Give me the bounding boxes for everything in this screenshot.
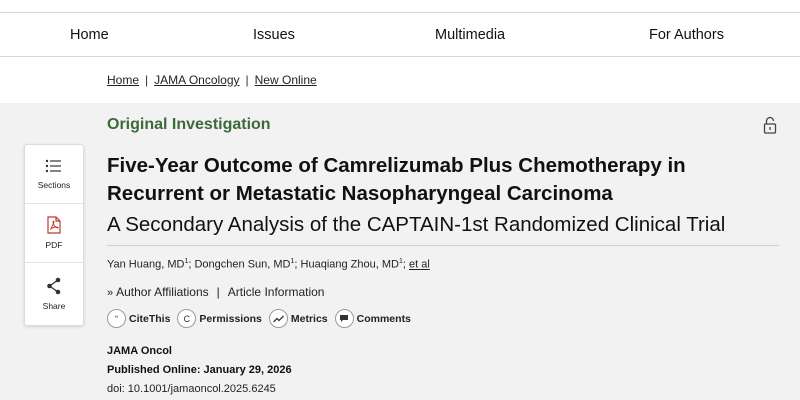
copyright-icon: C — [177, 309, 197, 328]
title-divider — [107, 245, 779, 246]
author-name[interactable]: Huaqiang Zhou, MD — [301, 259, 399, 271]
sections-label: Sections — [37, 180, 71, 190]
breadcrumb-separator: | — [145, 73, 149, 87]
comments-label: Comments — [356, 312, 411, 325]
author-affiliation-number: 1 — [398, 258, 403, 265]
pdf-button[interactable]: PDF — [25, 204, 83, 263]
author-affiliation-number: 1 — [184, 258, 189, 265]
cite-this-button[interactable]: “ CiteThis — [107, 309, 170, 328]
share-button[interactable]: Share — [25, 263, 83, 325]
comment-icon — [334, 309, 354, 328]
permissions-label: Permissions — [199, 312, 262, 325]
doi-text: doi: 10.1001/jamaoncol.2025.6245 — [107, 383, 276, 395]
author-name[interactable]: Yan Huang, MD — [107, 259, 184, 271]
share-label: Share — [42, 301, 66, 311]
author-list: Yan Huang, MD1; Dongchen Sun, MD1; Huaqi… — [107, 258, 430, 271]
article-information-link[interactable]: Article Information — [228, 285, 325, 299]
permissions-button[interactable]: C Permissions — [177, 309, 262, 328]
article-tools-sidebar: Sections PDF Share — [24, 144, 84, 326]
breadcrumb-new-online[interactable]: New Online — [255, 73, 317, 87]
breadcrumb-separator: | — [245, 73, 249, 87]
list-icon — [45, 159, 61, 173]
divider-pipe: | — [216, 285, 220, 299]
author-affiliation-number: 1 — [290, 258, 295, 265]
journal-name: JAMA Oncol — [107, 345, 172, 357]
open-access-lock-icon — [763, 116, 777, 134]
sections-button[interactable]: Sections — [25, 145, 83, 204]
nav-multimedia[interactable]: Multimedia — [435, 27, 505, 43]
breadcrumb-home[interactable]: Home — [107, 73, 139, 87]
published-date: Published Online: January 29, 2026 — [107, 364, 292, 376]
pdf-label: PDF — [45, 240, 63, 250]
breadcrumb-jama-oncology[interactable]: JAMA Oncology — [154, 73, 239, 87]
metrics-label: Metrics — [290, 312, 328, 325]
trend-icon — [268, 309, 288, 328]
quote-icon: “ — [107, 309, 126, 328]
article-subtitle: A Secondary Analysis of the CAPTAIN-1st … — [107, 213, 726, 236]
author-affiliations-link[interactable]: Author Affiliations — [116, 285, 209, 299]
et-al-link[interactable]: et al — [409, 259, 430, 271]
article-category: Original Investigation — [107, 116, 271, 133]
metrics-button[interactable]: Metrics — [268, 309, 328, 328]
nav-for-authors[interactable]: For Authors — [649, 27, 724, 43]
article-title: Five-Year Outcome of Camrelizumab Plus C… — [107, 154, 686, 205]
double-chevron-icon: » — [107, 287, 114, 299]
cite-this-label: CiteThis — [129, 312, 171, 325]
affiliation-links: » Author Affiliations | Article Information — [107, 285, 324, 299]
comments-button[interactable]: Comments — [334, 309, 411, 328]
nav-issues[interactable]: Issues — [253, 27, 295, 43]
breadcrumb: Home | JAMA Oncology | New Online — [107, 73, 317, 87]
top-navigation: Home Issues Multimedia For Authors — [0, 12, 800, 57]
article-actions: “ CiteThis C Permissions Metrics Comment… — [107, 309, 418, 328]
pdf-icon — [47, 216, 61, 234]
share-icon — [47, 277, 61, 295]
nav-home[interactable]: Home — [70, 27, 109, 43]
author-name[interactable]: Dongchen Sun, MD — [194, 259, 290, 271]
